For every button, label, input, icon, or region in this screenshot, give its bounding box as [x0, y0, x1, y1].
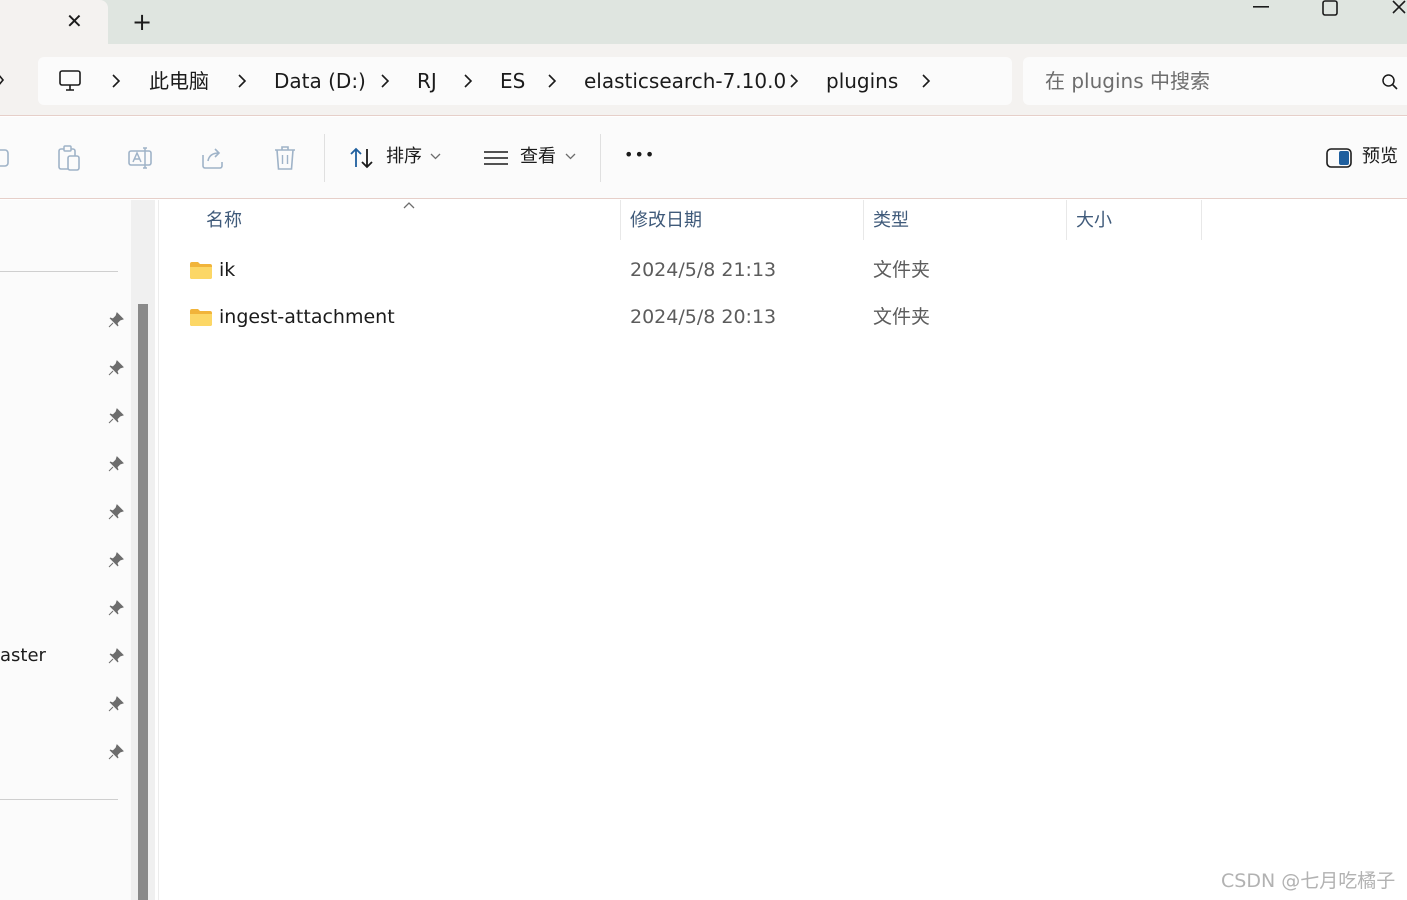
- sort-ascending-icon: [403, 202, 415, 209]
- back-chevron-icon[interactable]: [0, 72, 6, 88]
- chevron-right-icon[interactable]: [787, 74, 801, 88]
- address-bar[interactable]: 此电脑 Data (D:) RJ ES elasticsearch-7.10.0…: [38, 57, 1012, 105]
- sort-button[interactable]: 排序: [386, 146, 422, 168]
- preview-pane-icon[interactable]: [1326, 148, 1352, 168]
- file-row[interactable]: ik 2024/5/8 21:13 文件夹: [159, 248, 1199, 292]
- toolbar-separator: [600, 134, 601, 182]
- breadcrumb-plugins[interactable]: plugins: [826, 69, 898, 93]
- breadcrumb-rj[interactable]: RJ: [417, 69, 437, 93]
- file-type: 文件夹: [873, 306, 931, 328]
- pin-icon[interactable]: [108, 600, 124, 616]
- column-header-modified[interactable]: 修改日期: [630, 210, 702, 232]
- column-divider[interactable]: [1201, 200, 1202, 240]
- file-modified: 2024/5/8 21:13: [630, 259, 777, 281]
- view-button[interactable]: 查看: [520, 146, 556, 168]
- computer-icon[interactable]: [58, 69, 82, 93]
- nav-item-label[interactable]: aster: [0, 644, 46, 668]
- pin-icon[interactable]: [108, 456, 124, 472]
- minimize-icon[interactable]: [1253, 6, 1271, 10]
- search-placeholder: 在 plugins 中搜索: [1045, 69, 1210, 93]
- nav-divider: [0, 271, 118, 272]
- more-options-button[interactable]: •••: [624, 144, 655, 166]
- chevron-down-icon[interactable]: [430, 153, 442, 161]
- pin-icon[interactable]: [108, 744, 124, 760]
- pin-icon[interactable]: [108, 552, 124, 568]
- active-tab[interactable]: ✕: [0, 0, 108, 44]
- pin-icon[interactable]: [108, 312, 124, 328]
- chevron-right-icon[interactable]: [378, 74, 392, 88]
- search-input[interactable]: 在 plugins 中搜索: [1023, 57, 1407, 105]
- new-tab-icon[interactable]: +: [132, 10, 152, 34]
- window-close-icon[interactable]: [1391, 0, 1407, 16]
- folder-icon: [190, 262, 212, 279]
- title-bar: ✕ +: [0, 0, 1407, 44]
- navigation-pane: aster: [0, 200, 131, 900]
- pin-icon[interactable]: [108, 504, 124, 520]
- pin-icon[interactable]: [108, 648, 124, 664]
- file-type: 文件夹: [873, 259, 931, 281]
- breadcrumb-elasticsearch[interactable]: elasticsearch-7.10.0: [584, 69, 786, 93]
- chevron-right-icon[interactable]: [461, 74, 475, 88]
- maximize-icon[interactable]: [1322, 0, 1340, 16]
- chevron-down-icon[interactable]: [565, 153, 577, 161]
- column-header-type[interactable]: 类型: [873, 210, 909, 232]
- file-list: 名称 修改日期 类型 大小 ik 2024/5/8 21:13 文件夹 inge…: [158, 200, 1407, 900]
- chevron-right-icon[interactable]: [545, 74, 559, 88]
- column-header-size[interactable]: 大小: [1076, 210, 1112, 232]
- tab-close-icon[interactable]: ✕: [66, 11, 83, 31]
- pin-icon[interactable]: [108, 360, 124, 376]
- breadcrumb-drive-d[interactable]: Data (D:): [274, 69, 366, 93]
- preview-button[interactable]: 预览: [1362, 146, 1398, 168]
- breadcrumb-this-pc[interactable]: 此电脑: [149, 69, 209, 93]
- folder-icon: [190, 309, 212, 326]
- column-header-name[interactable]: 名称: [206, 210, 242, 232]
- pin-icon[interactable]: [108, 696, 124, 712]
- pin-icon[interactable]: [108, 408, 124, 424]
- view-icon[interactable]: [483, 145, 509, 171]
- rename-icon[interactable]: [128, 145, 154, 171]
- file-modified: 2024/5/8 20:13: [630, 306, 777, 328]
- nav-scrollbar-thumb[interactable]: [138, 304, 148, 900]
- column-divider[interactable]: [863, 200, 864, 240]
- nav-divider: [0, 799, 118, 800]
- sort-icon[interactable]: [349, 145, 375, 171]
- column-divider[interactable]: [620, 200, 621, 240]
- address-row: 此电脑 Data (D:) RJ ES elasticsearch-7.10.0…: [0, 44, 1407, 116]
- chevron-right-icon[interactable]: [109, 74, 123, 88]
- file-name[interactable]: ingest-attachment: [219, 305, 395, 329]
- paste-icon[interactable]: [56, 145, 82, 171]
- watermark-text: CSDN @七月吃橘子: [1221, 870, 1396, 892]
- column-divider[interactable]: [1066, 200, 1067, 240]
- share-icon[interactable]: [200, 145, 226, 171]
- toolbar-separator: [324, 134, 325, 182]
- file-row[interactable]: ingest-attachment 2024/5/8 20:13 文件夹: [159, 295, 1199, 339]
- command-bar: 排序 查看 ••• 预览: [0, 117, 1407, 199]
- chevron-right-icon[interactable]: [235, 74, 249, 88]
- chevron-right-icon[interactable]: [919, 74, 933, 88]
- file-name[interactable]: ik: [219, 258, 235, 282]
- delete-icon[interactable]: [272, 145, 298, 171]
- search-icon[interactable]: [1381, 73, 1399, 91]
- breadcrumb-es[interactable]: ES: [500, 69, 525, 93]
- cut-icon[interactable]: [0, 145, 10, 171]
